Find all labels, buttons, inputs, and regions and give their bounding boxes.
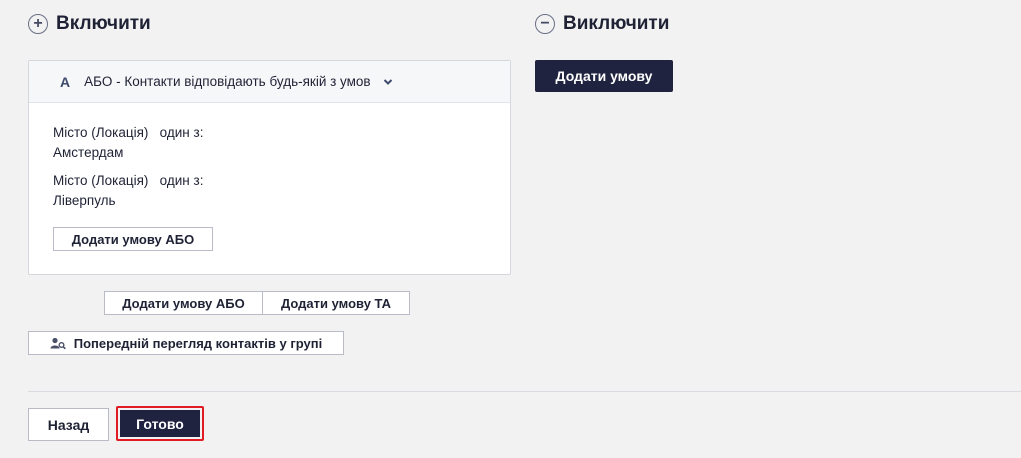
condition-field: Місто (Локація) (53, 125, 149, 140)
add-or-group-button[interactable]: Додати умову АБО (104, 291, 263, 315)
chevron-down-icon[interactable] (383, 77, 393, 87)
done-button[interactable]: Готово (120, 410, 200, 437)
condition-field: Місто (Локація) (53, 173, 149, 188)
plus-circle-icon[interactable]: + (28, 14, 48, 34)
condition-value: Амстердам (53, 145, 124, 160)
add-or-condition-button[interactable]: Додати умову АБО (53, 227, 213, 251)
include-header: + Включити (28, 13, 151, 35)
condition-item[interactable]: Місто (Локація) один з: Ліверпуль (53, 171, 203, 211)
preview-label: Попередній перегляд контактів у групі (73, 335, 323, 351)
footer-divider (28, 391, 1021, 392)
preview-contacts-button[interactable]: Попередній перегляд контактів у групі (28, 331, 344, 355)
back-button[interactable]: Назад (28, 408, 109, 441)
condition-group-card: A АБО - Контакти відповідають будь-якій … (28, 60, 511, 275)
condition-value: Ліверпуль (53, 193, 116, 208)
user-search-icon (50, 337, 66, 349)
add-and-group-button[interactable]: Додати умову ТА (262, 291, 410, 315)
exclude-header: − Виключити (535, 13, 669, 35)
condition-operator: один з: (159, 173, 204, 188)
exclude-title: Виключити (563, 13, 670, 34)
group-title: АБО - Контакти відповідають будь-якій з … (84, 74, 371, 89)
minus-circle-icon[interactable]: − (535, 14, 555, 34)
group-letter: A (60, 73, 71, 90)
condition-operator: один з: (159, 125, 204, 140)
condition-item[interactable]: Місто (Локація) один з: Амстердам (53, 123, 203, 163)
include-title: Включити (56, 13, 151, 34)
condition-group-header[interactable]: A АБО - Контакти відповідають будь-якій … (29, 61, 510, 103)
add-condition-button[interactable]: Додати умову (535, 60, 673, 92)
